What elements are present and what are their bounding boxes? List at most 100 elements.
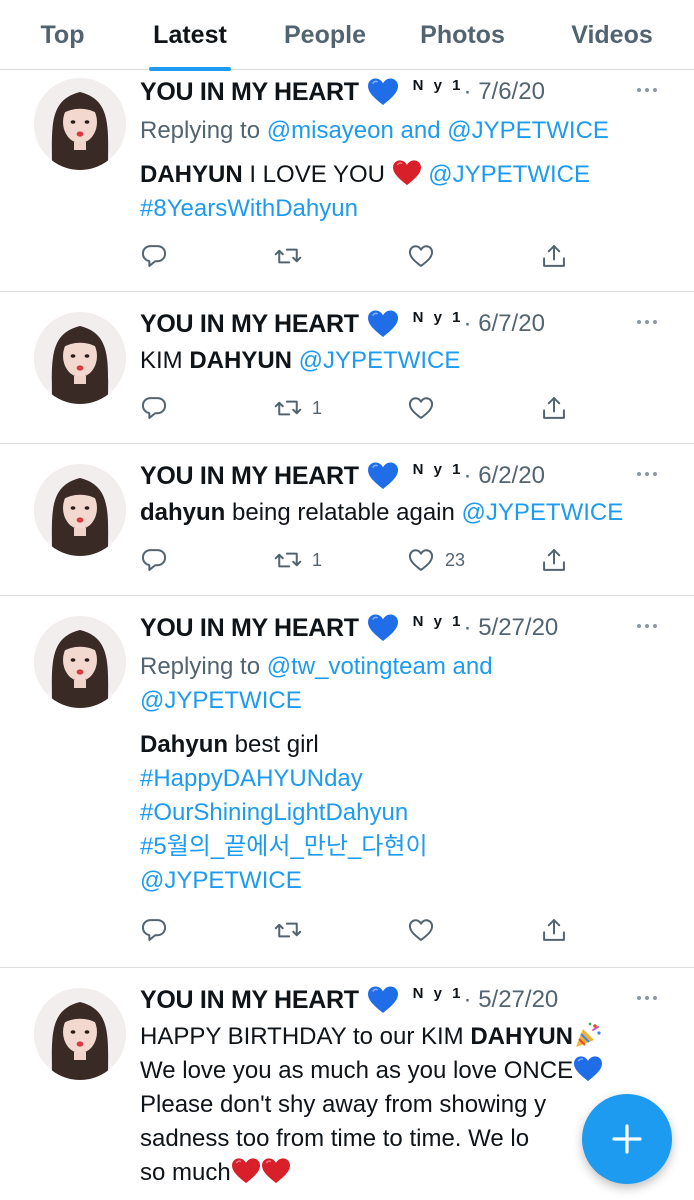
tweet[interactable]: YOU IN MY HEART N y 1 · 5/27/20 Replying… (0, 596, 694, 968)
blue-heart-emoji-icon (367, 613, 399, 643)
replying-to-link[interactable]: @JYPETWICE (140, 687, 302, 714)
compose-tweet-button[interactable] (582, 1094, 672, 1184)
display-name[interactable]: YOU IN MY HEART (140, 986, 359, 1015)
hashtag-link[interactable]: #5월의_끝에서_만난_다현이 (140, 833, 428, 860)
retweet-button[interactable]: 1 (274, 392, 322, 424)
reply-icon (140, 242, 168, 270)
tweet-text: sadness too from time to time. We lo (140, 1125, 530, 1152)
retweet-icon (274, 916, 302, 944)
replying-to-link[interactable]: @tw_votingteam and (267, 653, 493, 680)
share-button[interactable] (540, 544, 568, 576)
tweet[interactable]: YOU IN MY HEART N y 1 · 6/7/20 KIM DAHYU… (0, 292, 694, 444)
tab-people[interactable]: People (255, 0, 395, 70)
more-options-icon[interactable] (636, 318, 658, 326)
replying-to-link[interactable]: @misayeon and @JYPETWICE (267, 117, 609, 144)
tab-top[interactable]: Top (0, 0, 125, 70)
tweet-actions (140, 914, 570, 946)
red-heart-emoji-icon (392, 159, 422, 187)
reply-button[interactable] (140, 914, 168, 946)
tweet-text-bold: dahyun (140, 499, 226, 526)
display-name[interactable]: YOU IN MY HEART (140, 462, 359, 491)
tweet-date[interactable]: · 6/7/20 (464, 310, 545, 338)
hashtag-link[interactable]: #OurShiningLightDahyun (140, 799, 408, 826)
name-badge: N y 1 (412, 984, 464, 1002)
tweet-text: I LOVE YOU (242, 161, 392, 188)
mention-link[interactable]: @JYPETWICE (140, 867, 302, 894)
tab-latest[interactable]: Latest (125, 0, 255, 71)
more-options-icon[interactable] (636, 470, 658, 478)
tab-latest-label: Latest (153, 20, 227, 49)
reply-button[interactable] (140, 392, 168, 424)
tab-videos-label: Videos (571, 20, 653, 49)
tweet-text: KIM (140, 347, 190, 374)
avatar[interactable] (34, 464, 126, 556)
retweet-button[interactable]: 1 (274, 544, 322, 576)
party-popper-emoji-icon (573, 1020, 603, 1050)
display-name[interactable]: YOU IN MY HEART (140, 78, 359, 107)
retweet-icon (274, 394, 302, 422)
tweet-actions: 1 23 (140, 544, 570, 576)
tweet[interactable]: YOU IN MY HEART N y 1 · 6/2/20 dahyun be… (0, 444, 694, 596)
more-options-icon[interactable] (636, 86, 658, 94)
name-badge: N y 1 (412, 308, 464, 326)
tweet-text: We love you as much as you love ONCE (140, 1057, 574, 1084)
blue-heart-emoji-icon (367, 309, 399, 339)
replying-prefix: Replying to (140, 653, 267, 680)
like-button[interactable] (407, 392, 445, 424)
tab-photos[interactable]: Photos (395, 0, 530, 70)
tweet[interactable]: YOU IN MY HEART N y 1 · 7/6/20 Replying … (0, 70, 694, 292)
display-name[interactable]: YOU IN MY HEART (140, 310, 359, 339)
retweet-count: 1 (312, 549, 323, 570)
tweet-text: Please don't shy away from showing y (140, 1091, 547, 1118)
avatar[interactable] (34, 78, 126, 170)
red-heart-emoji-icon (231, 1157, 261, 1185)
share-button[interactable] (540, 392, 568, 424)
tweet-header: YOU IN MY HEART N y 1 · 7/6/20 (140, 72, 664, 112)
tweet-text: so much (140, 1159, 231, 1186)
mention-link[interactable]: @JYPETWICE (462, 499, 624, 526)
more-options-icon[interactable] (636, 994, 658, 1002)
share-icon (540, 916, 568, 944)
tweet-text: best girl (228, 731, 319, 758)
avatar[interactable] (34, 988, 126, 1080)
like-icon (407, 546, 435, 574)
tab-videos[interactable]: Videos (530, 0, 694, 70)
blue-heart-emoji-icon (573, 1055, 603, 1083)
like-count: 23 (445, 549, 466, 570)
reply-icon (140, 916, 168, 944)
avatar[interactable] (34, 616, 126, 708)
more-options-icon[interactable] (636, 622, 658, 630)
retweet-button[interactable] (274, 240, 312, 272)
reply-button[interactable] (140, 544, 168, 576)
mention-link[interactable]: @JYPETWICE (428, 161, 590, 188)
tweet-date[interactable]: · 5/27/20 (464, 614, 559, 642)
hashtag-link[interactable]: #HappyDAHYUNday (140, 765, 363, 792)
reply-icon (140, 394, 168, 422)
tab-top-label: Top (40, 20, 85, 49)
like-button[interactable] (407, 914, 445, 946)
display-name[interactable]: YOU IN MY HEART (140, 614, 359, 643)
tweet-header: YOU IN MY HEART N y 1 · 6/7/20 (140, 304, 664, 344)
like-icon (407, 394, 435, 422)
share-button[interactable] (540, 240, 568, 272)
retweet-icon (274, 242, 302, 270)
reply-button[interactable] (140, 240, 168, 272)
tweet-date[interactable]: · 7/6/20 (464, 78, 545, 106)
retweet-count: 1 (312, 397, 323, 418)
share-button[interactable] (540, 914, 568, 946)
tweet-text-bold: DAHYUN (140, 161, 243, 188)
like-button[interactable]: 23 (407, 544, 465, 576)
mention-link[interactable]: @JYPETWICE (292, 347, 461, 374)
name-badge: N y 1 (412, 612, 464, 630)
tweet-date[interactable]: · 5/27/20 (464, 986, 559, 1014)
retweet-button[interactable] (274, 914, 312, 946)
like-button[interactable] (407, 240, 445, 272)
tweet-header: YOU IN MY HEART N y 1 · 5/27/20 (140, 608, 664, 648)
hashtag-link[interactable]: #8YearsWithDahyun (140, 195, 358, 222)
tab-people-label: People (284, 20, 366, 49)
name-badge: N y 1 (412, 76, 464, 94)
tweet-date[interactable]: · 6/2/20 (464, 462, 545, 490)
tweet-text: being relatable again (225, 499, 462, 526)
avatar[interactable] (34, 312, 126, 404)
name-badge: N y 1 (412, 460, 464, 478)
